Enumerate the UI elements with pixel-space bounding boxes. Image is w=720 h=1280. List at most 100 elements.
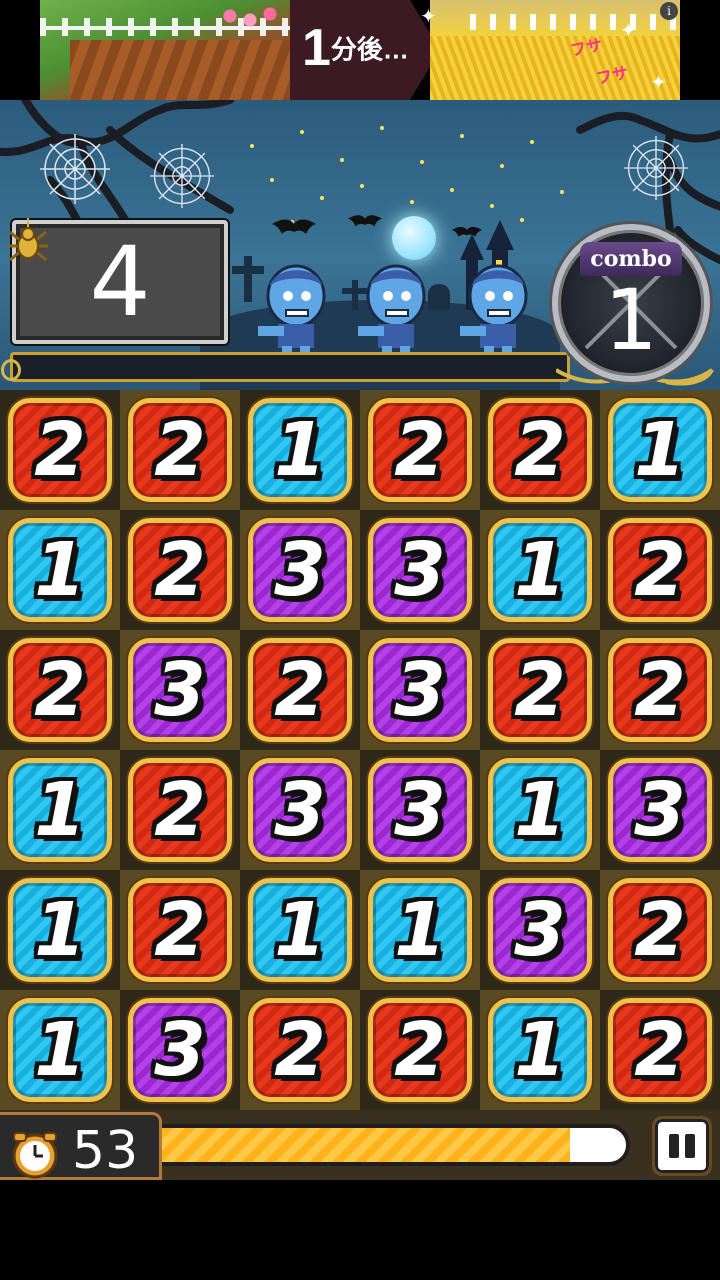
tile-number: 3 <box>274 527 326 613</box>
number-tile[interactable]: 1 <box>248 398 352 502</box>
tile-number: 3 <box>394 647 446 733</box>
number-tile[interactable]: 3 <box>608 758 712 862</box>
number-tile[interactable]: 2 <box>248 638 352 742</box>
number-tile[interactable]: 2 <box>8 638 112 742</box>
board-cell: 1 <box>480 750 600 870</box>
tile-number: 3 <box>394 767 446 853</box>
tile-number: 1 <box>634 407 686 493</box>
tile-number: 3 <box>394 527 446 613</box>
number-tile[interactable]: 3 <box>488 878 592 982</box>
tile-number: 2 <box>514 647 566 733</box>
board-cell: 2 <box>600 510 720 630</box>
tile-number: 3 <box>514 887 566 973</box>
number-tile[interactable]: 2 <box>488 638 592 742</box>
number-tile[interactable]: 3 <box>368 518 472 622</box>
time-remaining-bar <box>158 1124 630 1166</box>
board-cell: 3 <box>600 750 720 870</box>
board-cell: 1 <box>480 510 600 630</box>
number-tile[interactable]: 1 <box>8 878 112 982</box>
board-cell: 3 <box>240 510 360 630</box>
ad-banner[interactable]: 1分後… フサ フサ ✦ ✦ ✦ i <box>40 0 680 100</box>
number-tile[interactable]: 2 <box>608 638 712 742</box>
tile-number: 1 <box>34 767 86 853</box>
board-cell: 1 <box>240 390 360 510</box>
number-tile[interactable]: 1 <box>8 758 112 862</box>
tile-number: 2 <box>34 647 86 733</box>
number-tile[interactable]: 2 <box>608 998 712 1102</box>
tile-number: 1 <box>514 527 566 613</box>
board-cell: 1 <box>0 510 120 630</box>
number-tile[interactable]: 2 <box>128 518 232 622</box>
ad-headline: 1分後… <box>302 18 409 78</box>
board-cell: 2 <box>120 870 240 990</box>
stage-progress-bar <box>1 352 570 382</box>
ad-info-icon[interactable]: i <box>660 2 678 20</box>
board-cell: 2 <box>120 750 240 870</box>
tile-number: 2 <box>634 887 686 973</box>
number-tile[interactable]: 1 <box>608 398 712 502</box>
board-cell: 1 <box>0 750 120 870</box>
tile-number: 2 <box>154 407 206 493</box>
puzzle-board: 221221123312232322123313121132132212 <box>0 390 720 1110</box>
number-tile[interactable]: 1 <box>488 758 592 862</box>
number-tile[interactable]: 2 <box>488 398 592 502</box>
tile-number: 3 <box>634 767 686 853</box>
bat-icon <box>272 219 316 234</box>
number-tile[interactable]: 2 <box>248 998 352 1102</box>
board-cell: 2 <box>120 510 240 630</box>
number-tile[interactable]: 3 <box>248 758 352 862</box>
number-tile[interactable]: 1 <box>8 998 112 1102</box>
number-tile[interactable]: 2 <box>128 758 232 862</box>
board-cell: 2 <box>0 630 120 750</box>
board-cell: 2 <box>360 390 480 510</box>
spider-web-icon <box>624 136 688 200</box>
board-cell: 3 <box>360 750 480 870</box>
number-tile[interactable]: 2 <box>128 878 232 982</box>
tile-number: 1 <box>34 527 86 613</box>
sparkle-icon: ✦ <box>420 6 437 28</box>
number-tile[interactable]: 2 <box>368 398 472 502</box>
grave-cross-icon <box>244 256 252 302</box>
number-tile[interactable]: 1 <box>488 998 592 1102</box>
board-cell: 3 <box>120 990 240 1110</box>
number-tile[interactable]: 2 <box>608 878 712 982</box>
pause-button[interactable] <box>652 1116 712 1176</box>
spider-icon <box>8 218 48 262</box>
number-tile[interactable]: 1 <box>248 878 352 982</box>
board-cell: 2 <box>0 390 120 510</box>
number-tile[interactable]: 3 <box>248 518 352 622</box>
number-tile[interactable]: 1 <box>8 518 112 622</box>
tile-number: 1 <box>514 767 566 853</box>
board-cell: 2 <box>360 990 480 1110</box>
number-tile[interactable]: 2 <box>8 398 112 502</box>
number-tile[interactable]: 3 <box>128 998 232 1102</box>
ad-farm-image <box>40 0 290 100</box>
number-tile[interactable]: 1 <box>488 518 592 622</box>
tile-number: 3 <box>274 767 326 853</box>
number-tile[interactable]: 2 <box>608 518 712 622</box>
tile-number: 3 <box>154 647 206 733</box>
board-cell: 3 <box>360 510 480 630</box>
moon-icon <box>392 216 436 260</box>
number-tile[interactable]: 2 <box>128 398 232 502</box>
number-tile[interactable]: 3 <box>368 758 472 862</box>
number-tile[interactable]: 1 <box>368 878 472 982</box>
number-tile[interactable]: 3 <box>368 638 472 742</box>
combo-meter: combo 1 <box>552 224 710 382</box>
board-cell: 2 <box>600 870 720 990</box>
tile-number: 2 <box>154 527 206 613</box>
tile-number: 2 <box>634 647 686 733</box>
time-remaining-fill <box>162 1128 571 1162</box>
tile-number: 1 <box>34 887 86 973</box>
board-cell: 1 <box>240 870 360 990</box>
number-tile[interactable]: 2 <box>368 998 472 1102</box>
board-cell: 2 <box>600 990 720 1110</box>
board-cell: 2 <box>480 390 600 510</box>
number-tile[interactable]: 3 <box>128 638 232 742</box>
sparkle-icon: ✦ <box>650 72 667 94</box>
timer-seconds: 53 <box>72 1121 139 1181</box>
zombie-icon <box>258 264 326 360</box>
board-cell: 3 <box>120 630 240 750</box>
tile-number: 1 <box>514 1007 566 1093</box>
ad-headline-text: 分後… <box>330 34 409 65</box>
